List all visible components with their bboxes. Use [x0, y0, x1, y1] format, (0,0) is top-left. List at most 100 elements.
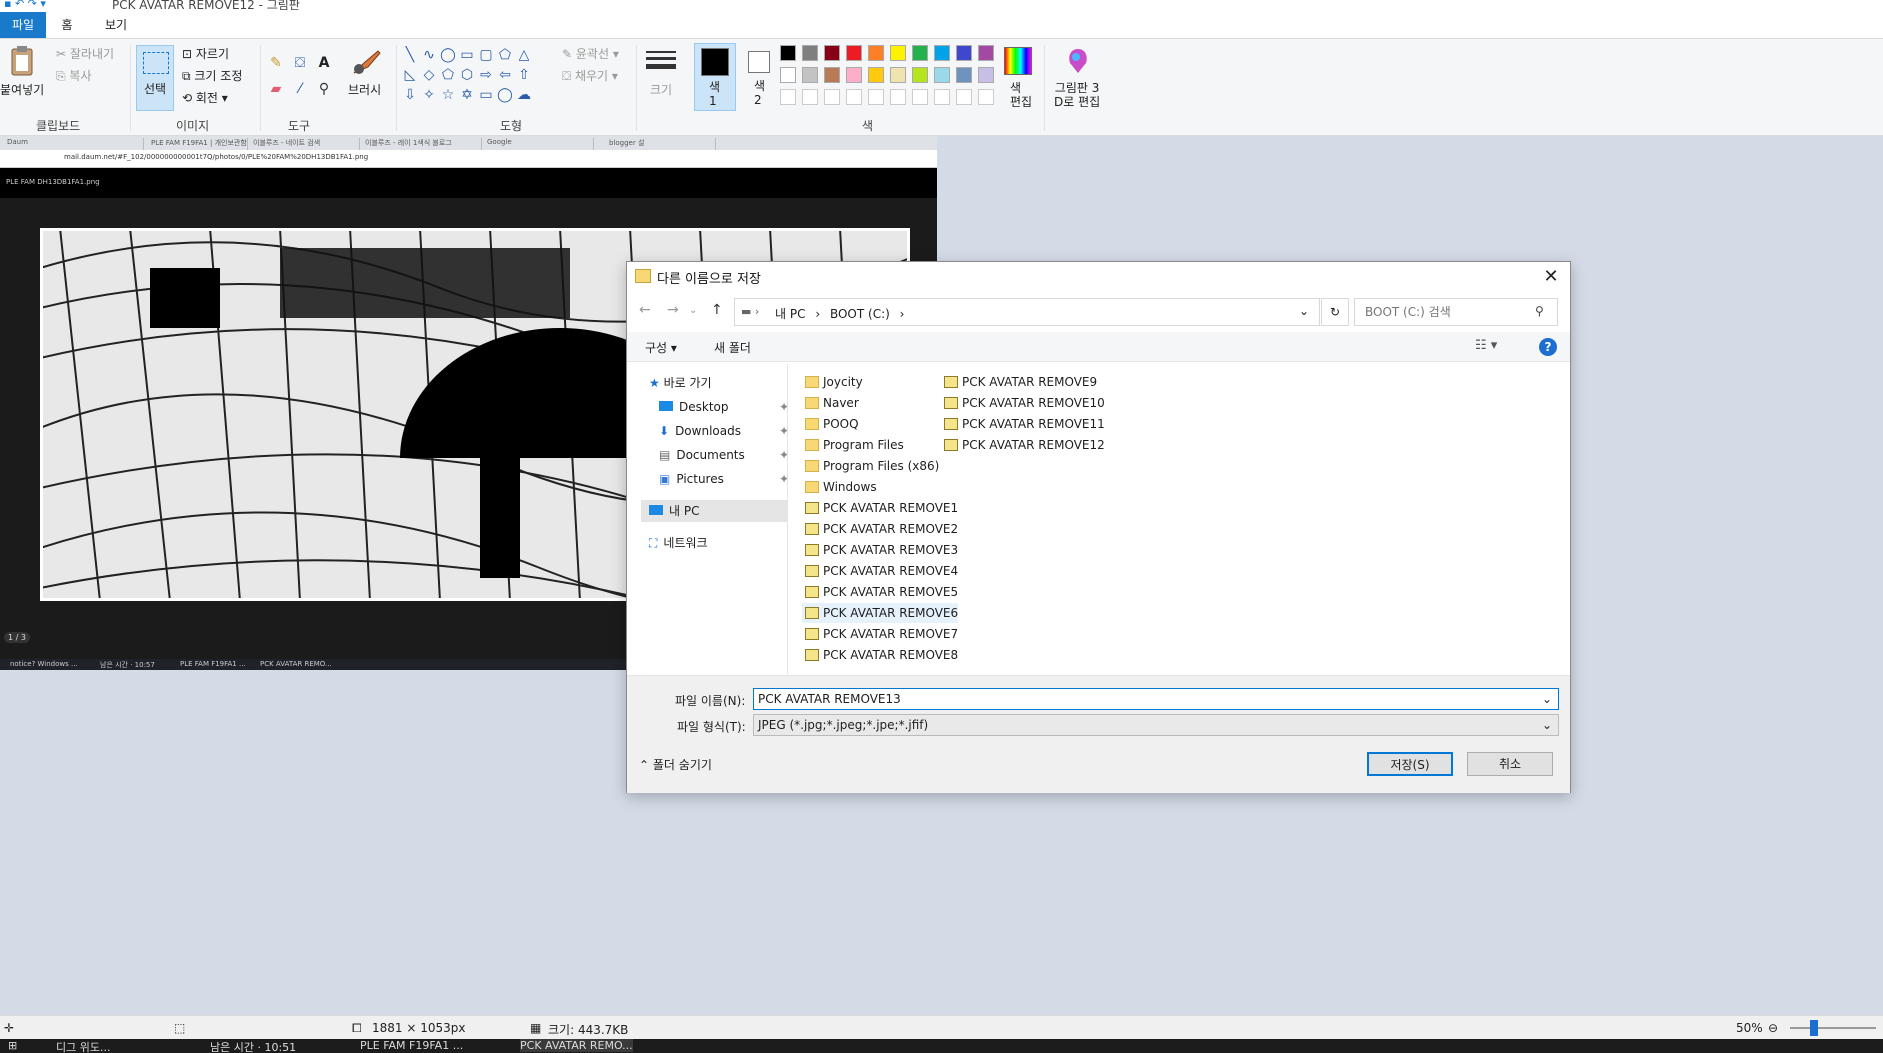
new-folder-button[interactable]: 새 폴더 — [714, 339, 751, 356]
palette-swatch[interactable] — [978, 67, 994, 83]
five-point-star-icon[interactable]: ☆ — [440, 87, 456, 103]
fill-icon[interactable]: ⛋ — [292, 55, 308, 71]
four-point-star-icon[interactable]: ✧ — [421, 87, 437, 103]
search-input[interactable] — [1363, 300, 1533, 324]
tab-file[interactable]: 파일 — [0, 12, 46, 38]
custom-color-slot[interactable] — [824, 89, 840, 105]
refresh-button[interactable]: ↻ — [1321, 298, 1349, 326]
file-item[interactable]: PCK AVATAR REMOVE8 — [802, 645, 958, 665]
custom-color-slot[interactable] — [978, 89, 994, 105]
palette-swatch[interactable] — [802, 45, 818, 61]
nav-this-pc[interactable]: 내 PC — [641, 500, 787, 522]
up-arrow-icon[interactable]: ↑ — [711, 302, 723, 318]
palette-swatch[interactable] — [802, 67, 818, 83]
line-shape-icon[interactable]: ╲ — [402, 47, 418, 63]
palette-swatch[interactable] — [824, 67, 840, 83]
eraser-icon[interactable]: ▰ — [268, 81, 284, 97]
curve-shape-icon[interactable]: ∿ — [421, 47, 437, 63]
palette-swatch[interactable] — [912, 45, 928, 61]
down-arrow-shape-icon[interactable]: ⇩ — [402, 87, 418, 103]
folder-item[interactable]: Joycity — [802, 372, 863, 392]
outline-button[interactable]: ✎ 윤곽선 ▾ — [562, 45, 619, 62]
edit-colors-button[interactable]: 색 편집 — [1010, 81, 1032, 109]
folder-item[interactable]: Program Files — [802, 435, 904, 455]
triangle-shape-icon[interactable]: △ — [516, 47, 532, 63]
zoom-out-icon[interactable]: ⊖ — [1768, 1021, 1778, 1035]
palette-swatch[interactable] — [912, 67, 928, 83]
polygon-shape-icon[interactable]: ⬠ — [497, 47, 513, 63]
palette-swatch[interactable] — [934, 67, 950, 83]
file-item[interactable]: PCK AVATAR REMOVE3 — [802, 540, 958, 560]
six-point-star-icon[interactable]: ✡ — [459, 87, 475, 103]
custom-color-slot[interactable] — [890, 89, 906, 105]
custom-color-slot[interactable] — [956, 89, 972, 105]
color-picker-icon[interactable]: ⁄ — [292, 81, 308, 97]
palette-swatch[interactable] — [956, 45, 972, 61]
save-icon[interactable]: ▪ ↶ ↷ ▾ — [4, 0, 46, 10]
nav-quick-access[interactable]: ★ 바로 가기 — [649, 372, 712, 394]
palette-swatch[interactable] — [956, 67, 972, 83]
left-arrow-shape-icon[interactable]: ⇦ — [497, 67, 513, 83]
view-options-icon[interactable]: ☷ ▾ — [1475, 338, 1497, 353]
right-arrow-shape-icon[interactable]: ⇨ — [478, 67, 494, 83]
palette-swatch[interactable] — [846, 45, 862, 61]
pencil-icon[interactable]: ✎ — [268, 55, 284, 71]
paint3d-icon[interactable] — [1066, 47, 1090, 75]
resize-button[interactable]: ⧉ 크기 조정 — [182, 67, 242, 84]
help-icon[interactable]: ? — [1539, 338, 1557, 356]
palette-swatch[interactable] — [824, 45, 840, 61]
palette-swatch[interactable] — [934, 45, 950, 61]
copy-button[interactable]: ⎘ 복사 — [56, 67, 92, 84]
edit-colors-icon[interactable] — [1004, 47, 1032, 75]
oval-shape-icon[interactable]: ◯ — [440, 47, 456, 63]
folder-item[interactable]: POOQ — [802, 414, 859, 434]
palette-swatch[interactable] — [890, 45, 906, 61]
file-item[interactable]: PCK AVATAR REMOVE5 — [802, 582, 958, 602]
up-arrow-shape-icon[interactable]: ⇧ — [516, 67, 532, 83]
custom-color-slot[interactable] — [802, 89, 818, 105]
rotate-button[interactable]: ⟲ 회전 ▾ — [182, 89, 228, 106]
breadcrumb-boot-drive[interactable]: BOOT (C:) — [830, 307, 890, 321]
save-button[interactable]: 저장(S) — [1367, 752, 1453, 776]
color2-button[interactable]: 색 2 — [742, 43, 782, 111]
nav-documents[interactable]: ▤ Documents ✦ — [659, 444, 789, 466]
folder-item[interactable]: Windows — [802, 477, 877, 497]
paste-button[interactable]: 붙여넣기 — [0, 81, 44, 98]
palette-swatch[interactable] — [868, 45, 884, 61]
size-icon[interactable] — [646, 49, 676, 73]
file-item[interactable]: PCK AVATAR REMOVE12 — [941, 435, 1105, 455]
taskbar-item[interactable]: 남은 시간 · 10:51 — [210, 1039, 296, 1053]
zoom-slider-thumb[interactable] — [1810, 1020, 1818, 1036]
chevron-down-icon[interactable]: ⌄ — [1299, 304, 1309, 318]
recent-chevron-icon[interactable]: ⌄ — [689, 305, 697, 316]
palette-swatch[interactable] — [868, 67, 884, 83]
size-button[interactable]: 크기 — [650, 81, 672, 98]
nav-pictures[interactable]: ▣ Pictures ✦ — [659, 468, 789, 490]
custom-color-slot[interactable] — [934, 89, 950, 105]
taskbar-item[interactable]: 디그 위도... — [56, 1039, 110, 1053]
rect-callout-icon[interactable]: ▭ — [478, 87, 494, 103]
file-item[interactable]: PCK AVATAR REMOVE4 — [802, 561, 958, 581]
file-item[interactable]: PCK AVATAR REMOVE1 — [802, 498, 958, 518]
brushes-button[interactable]: 브러시 — [348, 81, 381, 98]
fill-button[interactable]: ⛋ 채우기 ▾ — [562, 67, 618, 84]
custom-color-slot[interactable] — [868, 89, 884, 105]
select-button[interactable]: 선택 — [136, 45, 174, 111]
close-button[interactable]: ✕ — [1535, 264, 1567, 290]
rectangle-shape-icon[interactable]: ▭ — [459, 47, 475, 63]
palette-swatch[interactable] — [846, 67, 862, 83]
tab-home[interactable]: 홈 — [52, 12, 82, 38]
file-item[interactable]: PCK AVATAR REMOVE7 — [802, 624, 958, 644]
file-item[interactable]: PCK AVATAR REMOVE9 — [941, 372, 1097, 392]
palette-swatch[interactable] — [780, 67, 796, 83]
zoom-slider-track[interactable] — [1790, 1027, 1876, 1029]
tab-view[interactable]: 보기 — [96, 12, 136, 38]
file-item[interactable]: PCK AVATAR REMOVE6 — [802, 603, 959, 623]
file-item[interactable]: PCK AVATAR REMOVE2 — [802, 519, 958, 539]
pentagon-shape-icon[interactable]: ⬠ — [440, 67, 456, 83]
forward-arrow-icon[interactable]: → — [667, 302, 679, 318]
palette-swatch[interactable] — [978, 45, 994, 61]
nav-desktop[interactable]: Desktop ✦ — [659, 396, 789, 418]
search-box[interactable]: ⚲ — [1354, 298, 1558, 326]
diamond-shape-icon[interactable]: ◇ — [421, 67, 437, 83]
